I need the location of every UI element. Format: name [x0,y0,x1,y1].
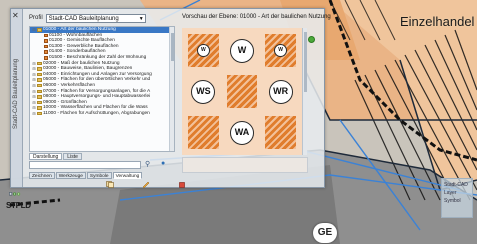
search-input[interactable] [29,161,141,169]
folder-icon [37,111,42,116]
layer-icon [44,50,48,54]
tree-scroll-thumb[interactable] [171,33,174,61]
zone-badge: W [274,44,288,57]
mini-panel-line: Stadt-CAD [444,182,468,188]
folder-icon [37,83,42,88]
delete-icon[interactable] [178,181,186,188]
tree-item-label: 11000 - Flächen für Aufschüttungen, Abgr… [43,110,150,116]
folder-icon [37,78,42,82]
chevron-down-icon: ▼ [138,15,144,22]
zone-badge: WR [268,79,293,104]
preview-cell[interactable] [226,75,258,108]
folder-icon [37,28,42,32]
bottom-tabs: Zeichnen Werkzeuge Symbole Verwaltung [29,172,143,179]
tab-darstellung[interactable]: Darstellung [29,153,63,160]
zone-badge: W [196,44,210,57]
layer-icon [44,39,48,43]
tab-verwaltung[interactable]: Verwaltung [112,172,143,179]
folder-icon [37,95,42,99]
preview-cell[interactable]: WS [188,75,219,108]
preview-scrollbar[interactable] [302,28,307,155]
gear-icon[interactable] [13,192,17,196]
expand-toggle-icon[interactable]: ⊞ [32,111,36,117]
preview-cell[interactable]: WA [227,116,258,149]
pin-icon[interactable]: ● [161,160,165,167]
profile-row: Profil Stadt-CAD Bauleitplanung ▼ [29,13,146,23]
preview-cell[interactable]: W [265,34,296,67]
tab-werkzeuge[interactable]: Werkzeuge [55,172,86,179]
preview-scroll-thumb[interactable] [304,32,307,92]
folder-icon [37,72,42,77]
tab-liste[interactable]: Liste [63,153,82,160]
copy-icon[interactable] [106,181,114,188]
profile-label: Profil [29,15,43,21]
layer-icon [44,44,48,49]
tree-scrollbar[interactable] [169,27,174,151]
map-label-einzelhandel: Einzelhandel [400,14,475,29]
folder-icon [37,67,42,71]
profile-value: Stadt-CAD Bauleitplanung [48,15,119,22]
map-label-ge: GE [313,223,337,243]
preview-cell[interactable]: W [188,34,219,67]
close-icon[interactable]: ✕ [12,11,19,20]
mini-panel-line: Symbol [444,198,461,204]
expand-toggle-icon[interactable]: ⊞ [32,27,36,33]
toolbar-icons-strip [9,192,21,196]
mini-layer-panel[interactable]: Stadt-CAD Layer Symbol [441,178,473,218]
tree-tabs: Darstellung Liste [29,153,82,160]
panel-sidebar-title: Stadt-CAD Bauleitplanung [13,58,19,129]
edit-icon[interactable] [142,181,150,188]
preview-cell[interactable]: WR [265,75,296,108]
folder-icon [37,100,42,105]
zone-badge: WS [191,79,216,104]
panel-side-strip[interactable]: ✕ Stadt-CAD Bauleitplanung [11,9,23,187]
preview-title: Vorschau der Ebene: 01000 - Art der baul… [182,14,331,20]
preview-statusbar [182,157,308,173]
mini-panel-line: Layer [444,190,457,196]
symbol-preview-grid[interactable]: W W W WS WR WA [182,28,302,155]
profile-select[interactable]: Stadt-CAD Bauleitplanung ▼ [45,13,146,23]
folder-icon [37,61,42,66]
layer-icon [44,33,48,38]
preview-cell[interactable] [188,116,219,149]
app-logo: STPLD [6,201,31,210]
tab-zeichnen[interactable]: Zeichnen [29,172,55,179]
status-ok-icon [308,36,315,43]
zone-badge: WA [229,120,254,145]
layer-icon [44,56,48,60]
layers-icon[interactable] [9,192,13,196]
search-icon[interactable]: ⚲ [145,160,150,168]
layer-tree[interactable]: ⊞ 01000 - Art der baulichen Nutzung 01100 … [29,26,175,152]
panel-toolbar [106,181,186,188]
preview-cell[interactable]: W [227,34,258,67]
folder-icon [37,106,42,110]
tab-symbole[interactable]: Symbole [86,172,112,179]
folder-icon [37,89,42,94]
layer-panel: ✕ Stadt-CAD Bauleitplanung Profil Stadt-… [10,8,331,188]
tree-item[interactable]: ⊞ 11000 - Flächen für Aufschüttungen, Abg… [30,111,174,117]
leaf-icon[interactable] [17,192,21,196]
zone-badge: W [229,38,254,63]
preview-cell[interactable] [265,116,296,149]
